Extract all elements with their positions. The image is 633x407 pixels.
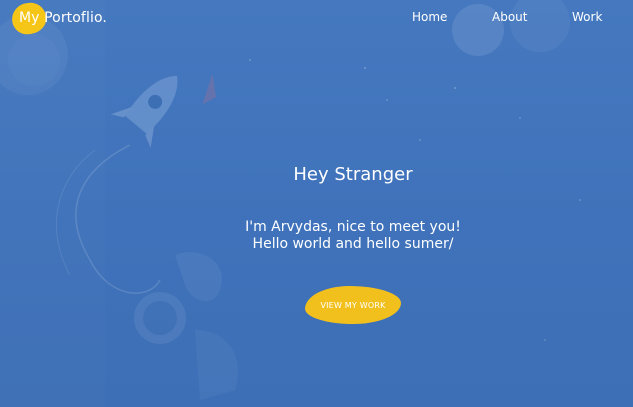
left-panel-shade — [0, 0, 105, 407]
nav-about-link[interactable]: About — [492, 10, 527, 24]
moon-icon — [452, 0, 570, 56]
rocket-icon — [110, 75, 178, 148]
portfolio-page: My Portoflio. Home About Work Hey Strang… — [0, 0, 633, 407]
hero-subtitle: I'm Arvydas, nice to meet you! Hello wor… — [0, 219, 633, 253]
main-nav: Home About Work — [0, 10, 633, 28]
nav-home-link[interactable]: Home — [412, 10, 447, 24]
astronaut-icon — [134, 252, 239, 400]
hero-title: Hey Stranger — [293, 164, 413, 185]
view-my-work-button[interactable]: VIEW MY WORK — [305, 286, 401, 324]
nav-work-link[interactable]: Work — [572, 10, 602, 24]
space-illustration — [0, 0, 581, 407]
hero-subtitle-line-2: Hello world and hello sumer/ — [252, 236, 454, 252]
stars — [249, 59, 581, 341]
hero-subtitle-line-1: I'm Arvydas, nice to meet you! — [245, 219, 461, 235]
